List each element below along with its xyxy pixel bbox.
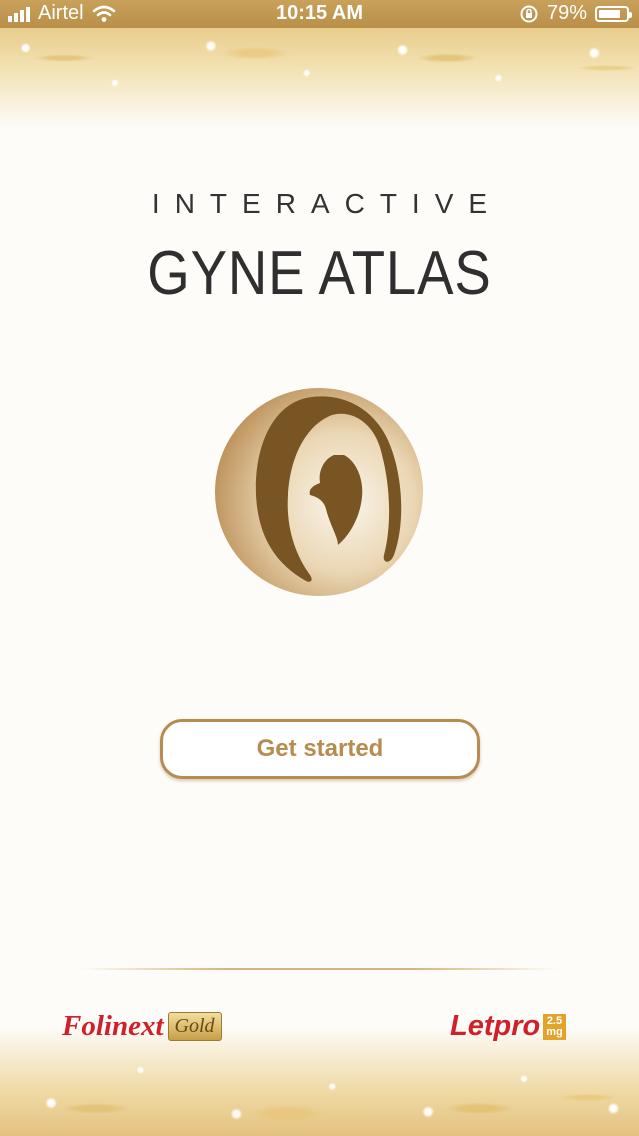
folinext-gold-logo: Folinext Gold <box>62 1010 222 1043</box>
letpro-brand-name: Letpro <box>450 1010 541 1042</box>
gold-badge: Gold <box>167 1012 222 1041</box>
orientation-lock-icon <box>520 5 538 22</box>
signal-icon <box>8 6 30 22</box>
app-title: GYNE ATLAS <box>147 239 492 308</box>
wifi-icon <box>92 5 115 22</box>
app-subtitle: INTERACTIVE <box>151 188 503 219</box>
footer-divider <box>80 968 559 970</box>
battery-level <box>599 9 620 18</box>
battery-percent: 79% <box>546 2 587 24</box>
status-bar: Airtel 10:15 AM 79% <box>0 0 639 28</box>
status-left: Airtel <box>8 2 116 25</box>
get-started-button[interactable]: Get started <box>160 719 480 779</box>
sparkle-header-decoration <box>0 28 639 128</box>
battery-icon <box>595 5 632 22</box>
dose-unit: mg <box>546 1025 563 1038</box>
letpro-logo: Letpro 2.5 mg <box>450 1010 566 1043</box>
carrier-name: Airtel <box>38 2 84 24</box>
status-right: 79% <box>519 2 632 25</box>
mother-child-icon <box>215 388 423 596</box>
folinext-brand-name: Folinext <box>62 1010 164 1042</box>
dose-badge: 2.5 mg <box>543 1013 566 1040</box>
